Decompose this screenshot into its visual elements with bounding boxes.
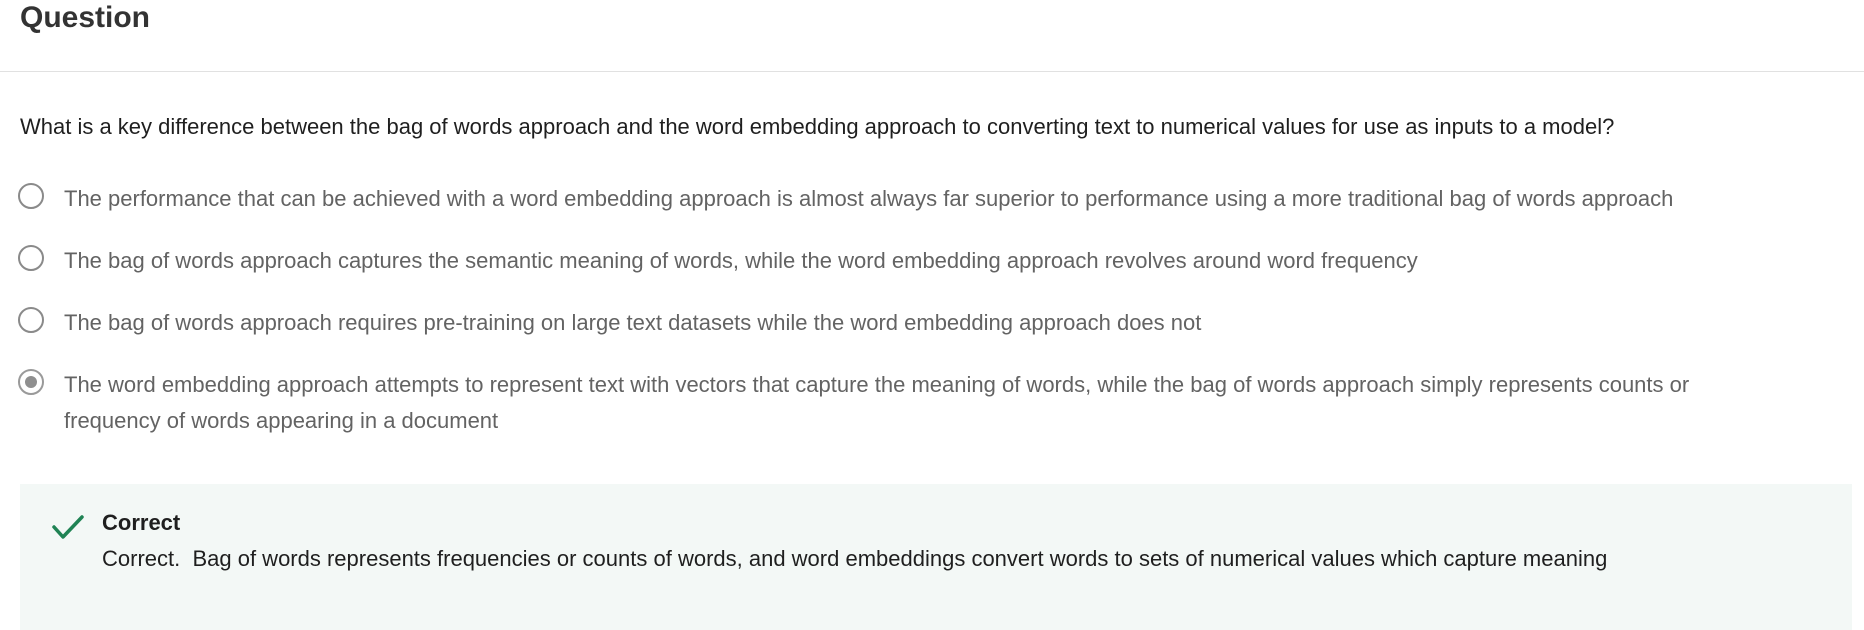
- answer-option-label: The bag of words approach requires pre-t…: [64, 310, 1202, 335]
- page-title: Question: [20, 1, 151, 34]
- radio-button[interactable]: [18, 245, 44, 271]
- radio-button-selected[interactable]: [18, 369, 44, 395]
- answer-option-1[interactable]: The performance that can be achieved wit…: [18, 181, 1838, 217]
- answer-option-3[interactable]: The bag of words approach requires pre-t…: [18, 305, 1838, 341]
- radio-button[interactable]: [18, 307, 44, 333]
- radio-button[interactable]: [18, 183, 44, 209]
- feedback-title: Correct: [102, 510, 181, 535]
- answer-option-2[interactable]: The bag of words approach captures the s…: [18, 243, 1838, 279]
- answer-option-label: The bag of words approach captures the s…: [64, 248, 1418, 273]
- feedback-text: Correct. Bag of words represents frequen…: [102, 546, 1608, 571]
- answer-option-label: The word embedding approach attempts to …: [64, 372, 1690, 433]
- answer-option-label: The performance that can be achieved wit…: [64, 186, 1674, 211]
- question-header: Question: [0, 0, 1864, 72]
- feedback-panel: Correct Correct. Bag of words represents…: [20, 484, 1852, 630]
- answer-options: The performance that can be achieved wit…: [18, 181, 1838, 439]
- answer-option-4[interactable]: The word embedding approach attempts to …: [18, 367, 1838, 439]
- question-text: What is a key difference between the bag…: [20, 114, 1615, 139]
- checkmark-icon: [50, 512, 86, 542]
